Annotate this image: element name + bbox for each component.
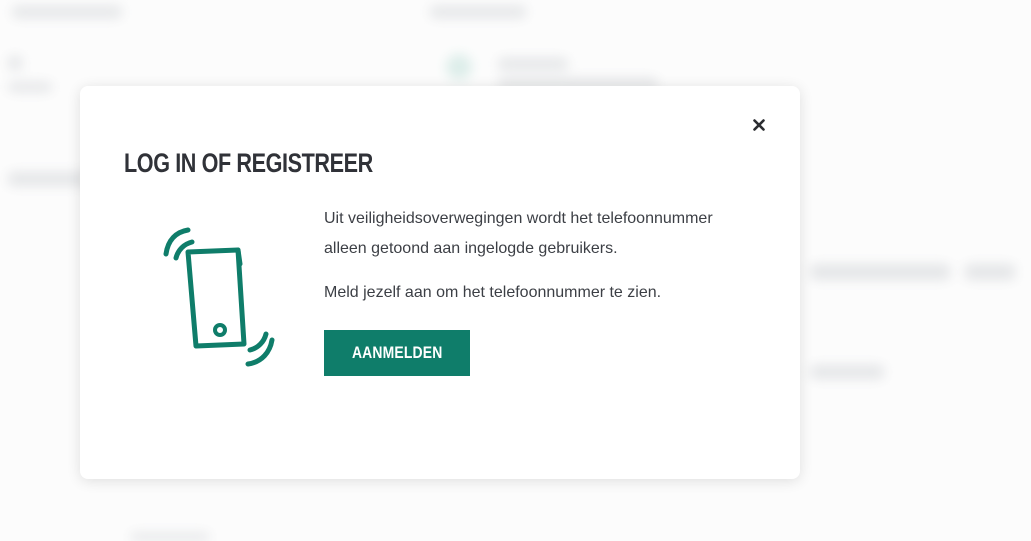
phone-ringing-icon xyxy=(163,227,275,367)
close-icon xyxy=(753,119,765,131)
modal-title: LOG IN OF REGISTREER xyxy=(124,148,373,178)
login-modal: LOG IN OF REGISTREER Uit veiligheidsover… xyxy=(80,86,800,479)
page: LOG IN OF REGISTREER Uit veiligheidsover… xyxy=(0,0,1031,541)
login-prompt-message: Meld jezelf aan om het telefoonnummer te… xyxy=(324,284,662,301)
login-button[interactable]: AANMELDEN xyxy=(324,330,471,376)
close-button[interactable] xyxy=(748,114,770,136)
login-button-label: AANMELDEN xyxy=(351,343,443,362)
modal-content: Uit veiligheidsoverwegingen wordt het te… xyxy=(324,204,744,376)
security-message: Uit veiligheidsoverwegingen wordt het te… xyxy=(324,210,713,257)
